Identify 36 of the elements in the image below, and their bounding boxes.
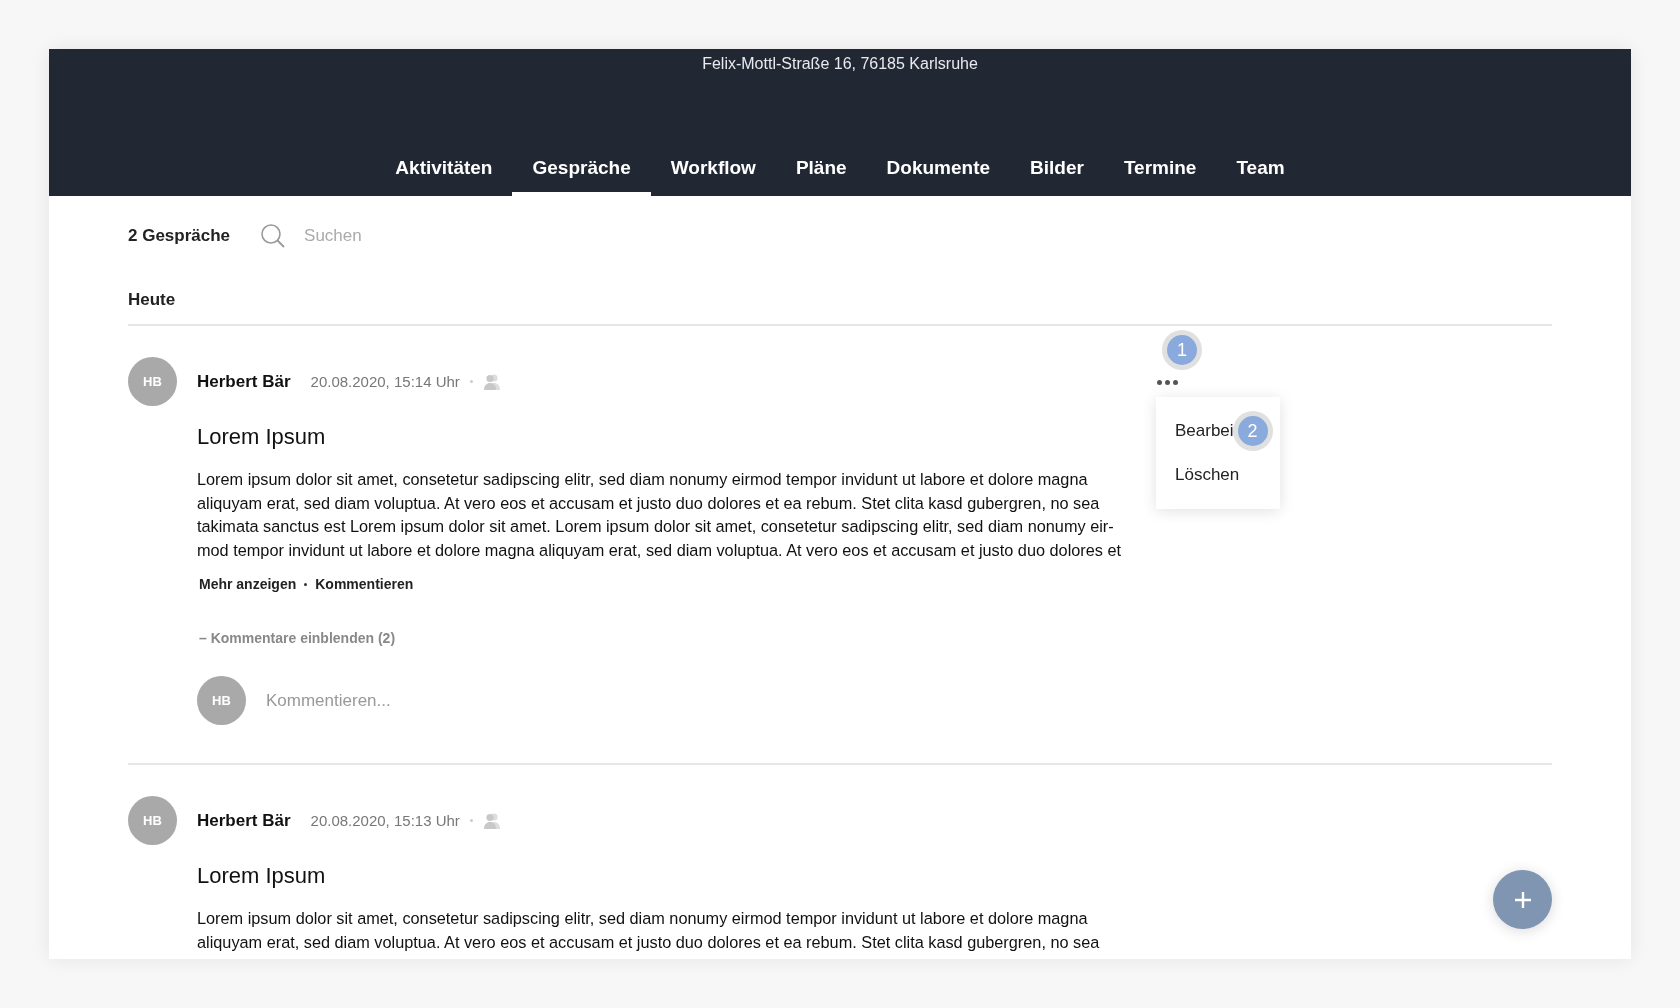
nav-tab[interactable]: Workflow: [650, 143, 776, 196]
add-button[interactable]: [1493, 870, 1552, 929]
action-link[interactable]: Kommentieren: [315, 576, 414, 592]
avatar: HB: [128, 796, 177, 845]
timestamp: 20.08.2020, 15:13 Uhr: [310, 812, 460, 829]
action-link[interactable]: Mehr anzeigen: [199, 576, 297, 592]
section-heading: Heute: [128, 276, 1552, 326]
author-name: Herbert Bär: [197, 371, 291, 392]
nav-tab[interactable]: Dokumente: [866, 143, 1011, 196]
plus-icon: [1513, 890, 1532, 909]
nav-tab[interactable]: Aktivitäten: [375, 143, 513, 196]
avatar: HB: [128, 357, 177, 406]
search-icon: [260, 223, 287, 249]
people-icon: [482, 373, 501, 390]
nav-tab[interactable]: Gespräche: [512, 143, 651, 196]
nav-tab[interactable]: Termine: [1103, 143, 1217, 196]
nav-tab[interactable]: Pläne: [775, 143, 867, 196]
nav-tab[interactable]: Bilder: [1010, 143, 1104, 196]
menu-item[interactable]: Bearbei: [1156, 409, 1238, 453]
post-title: Lorem Ipsum: [197, 863, 326, 889]
post-body: Lorem ipsum dolor sit amet, consetetur sadipscing elitr, sed diam nonumy eirmod tempor invidunt ut labore et dolore magna aliquyam erat, sed diam voluptua. At vero eos et accusam et justo duo dolores et ea rebum. Stet clita kasd gubergren, no sea: [197, 908, 1100, 953]
separator-dot: [469, 819, 473, 822]
avatar: HB: [197, 676, 246, 725]
author-name: Herbert Bär: [197, 810, 291, 831]
people-icon: [482, 812, 501, 829]
separator-dot: [304, 582, 308, 586]
post-title: Lorem Ipsum: [197, 424, 326, 450]
menu-item[interactable]: Löschen: [1156, 453, 1259, 497]
conversation-count: 2 Gespräche: [128, 226, 231, 246]
post-body: Lorem ipsum dolor sit amet, consetetur sadipscing elitr, sed diam nonumy eirmod tempor invidunt ut labore et dolore magna aliquyam erat, sed diam voluptua. At vero eos et accusam et justo duo dolores et ea rebum. Stet clita kasd gubergren, no sea takimata sanctus est Lorem ipsum dolor sit amet. Lorem ipsum dolor sit amet, consetetur sadipscing elitr, sed diam nonumy eir- mod tempor invidunt ut labore et dolore magna aliquyam erat, sed diam voluptua. At vero eos et accusam et justo duo dolores et: [197, 469, 1122, 561]
more-icon: [1157, 380, 1178, 385]
separator-dot: [469, 380, 473, 383]
comments-toggle-link[interactable]: – Kommentare einblenden (2): [199, 630, 1552, 646]
address: Felix-Mottl-Straße 16, 76185 Karlsruhe: [702, 55, 978, 73]
nav-tab[interactable]: Team: [1216, 143, 1305, 196]
timestamp: 20.08.2020, 15:14 Uhr: [310, 373, 460, 390]
